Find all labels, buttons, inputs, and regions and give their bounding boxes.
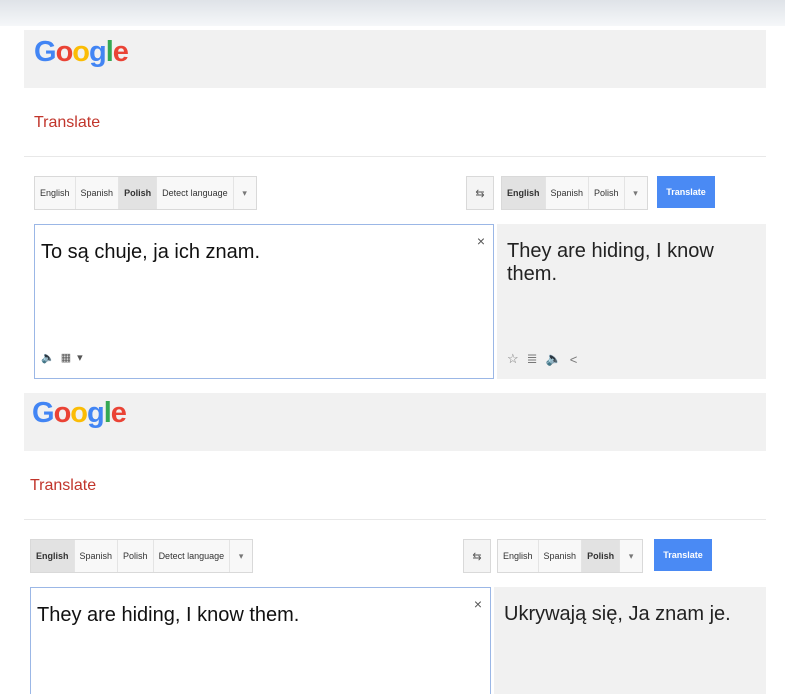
- target-lang-spanish[interactable]: Spanish: [539, 540, 583, 572]
- result-area: Ukrywają się, Ja znam je.: [494, 587, 766, 694]
- header-divider: [24, 519, 766, 520]
- target-lang-english[interactable]: English: [498, 540, 539, 572]
- google-logo[interactable]: Google: [32, 399, 127, 428]
- clear-source-icon[interactable]: ×: [474, 596, 482, 612]
- source-lang-spanish[interactable]: Spanish: [75, 540, 119, 572]
- source-textarea[interactable]: They are hiding, I know them. ×: [30, 587, 491, 694]
- source-lang-english[interactable]: English: [31, 540, 75, 572]
- target-lang-polish[interactable]: Polish: [582, 540, 621, 572]
- result-text: Ukrywają się, Ja znam je.: [504, 603, 731, 625]
- source-lang-polish[interactable]: Polish: [118, 540, 154, 572]
- translate-title: Translate: [30, 477, 97, 494]
- target-language-bar: English Spanish Polish ▾: [497, 539, 644, 573]
- google-header: Google: [24, 393, 766, 451]
- translate-panel-2: Google Translate English Spanish Polish …: [0, 0, 785, 694]
- source-text: They are hiding, I know them.: [37, 604, 300, 626]
- source-lang-dropdown-icon[interactable]: ▾: [230, 540, 252, 572]
- target-lang-dropdown-icon[interactable]: ▾: [620, 540, 642, 572]
- translate-button[interactable]: Translate: [654, 539, 712, 571]
- swap-languages-icon[interactable]: ⇆: [463, 539, 491, 573]
- source-lang-detect[interactable]: Detect language: [154, 540, 231, 572]
- source-language-bar: English Spanish Polish Detect language ▾: [30, 539, 254, 573]
